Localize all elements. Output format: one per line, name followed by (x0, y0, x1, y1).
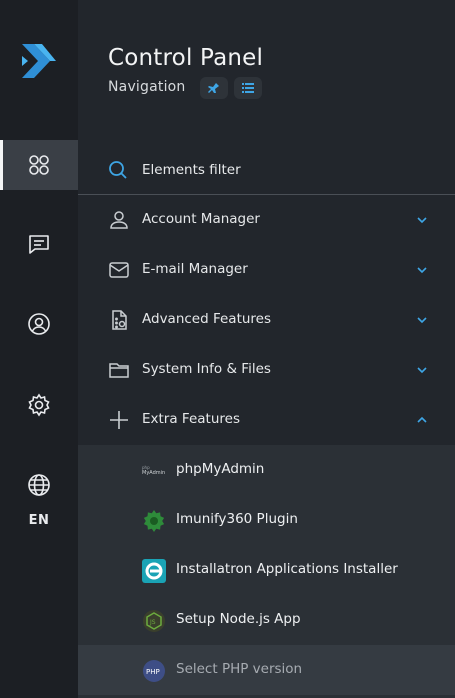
folder-icon (109, 363, 129, 378)
elements-filter[interactable]: Elements filter (78, 145, 455, 195)
php-icon: PHP (143, 660, 165, 682)
submenu-label: phpMyAdmin (176, 461, 265, 477)
menu-account-manager[interactable]: Account Manager (78, 195, 455, 245)
rail-account[interactable] (0, 299, 78, 349)
pin-icon (208, 83, 219, 93)
icon-rail: EN (0, 0, 78, 698)
rail-dashboard[interactable] (0, 140, 78, 190)
menu-extra-features[interactable]: Extra Features (78, 395, 455, 445)
submenu-select-php[interactable]: PHP Select PHP version (78, 645, 455, 695)
menu-label: E-mail Manager (142, 261, 248, 277)
language-label[interactable]: EN (0, 513, 78, 528)
gear-icon (28, 393, 50, 417)
svg-text:PHP: PHP (146, 668, 160, 676)
chevron-down-icon (417, 267, 427, 274)
chevron-down-icon (417, 217, 427, 224)
globe-icon (28, 474, 50, 496)
page-title: Control Panel (108, 45, 264, 71)
extra-features-submenu: php MyAdmin phpMyAdmin Imunify360 Plugin… (78, 445, 455, 698)
list-view-button[interactable] (234, 77, 262, 99)
submenu-installatron[interactable]: Installatron Applications Installer (78, 545, 455, 595)
phpmyadmin-icon: php MyAdmin (142, 465, 165, 476)
menu-email-manager[interactable]: E-mail Manager (78, 245, 455, 295)
installatron-icon (142, 559, 166, 583)
menu-system-info-files[interactable]: System Info & Files (78, 345, 455, 395)
search-icon (109, 161, 127, 179)
menu-label: Extra Features (142, 411, 240, 427)
navigation-subtitle: Navigation (108, 79, 186, 95)
submenu-imunify360[interactable]: Imunify360 Plugin (78, 495, 455, 545)
menu-label: Advanced Features (142, 311, 272, 327)
submenu-label: Select PHP version (176, 661, 303, 677)
submenu-label: Installatron Applications Installer (176, 561, 398, 577)
chevron-down-icon (417, 317, 427, 324)
submenu-label: Imunify360 Plugin (176, 511, 298, 527)
chevron-up-icon (417, 416, 427, 423)
pin-button[interactable] (200, 77, 228, 99)
chat-icon (29, 235, 49, 254)
advanced-file-icon (112, 310, 127, 330)
menu-label: Account Manager (142, 211, 260, 227)
search-input[interactable]: Elements filter (142, 162, 241, 178)
list-icon (242, 83, 254, 93)
submenu-label: Setup Node.js App (176, 611, 301, 627)
mail-icon (109, 262, 129, 278)
svg-text:MyAdmin: MyAdmin (142, 470, 165, 476)
submenu-nodejs[interactable]: JS Setup Node.js App (78, 595, 455, 645)
user-circle-icon (28, 313, 50, 335)
rail-language[interactable] (0, 460, 78, 510)
logo-icon[interactable] (20, 42, 56, 80)
imunify-icon (143, 510, 165, 532)
submenu-phpmyadmin[interactable]: php MyAdmin phpMyAdmin (78, 445, 455, 495)
nodejs-icon: JS (143, 610, 165, 632)
menu-label: System Info & Files (142, 361, 271, 377)
menu-advanced-features[interactable]: Advanced Features (78, 295, 455, 345)
rail-messages[interactable] (0, 219, 78, 269)
rail-settings[interactable] (0, 380, 78, 430)
plus-icon (110, 411, 128, 429)
grid-icon (29, 155, 49, 175)
svg-text:JS: JS (149, 619, 156, 626)
user-icon (110, 211, 128, 229)
chevron-down-icon (417, 367, 427, 374)
